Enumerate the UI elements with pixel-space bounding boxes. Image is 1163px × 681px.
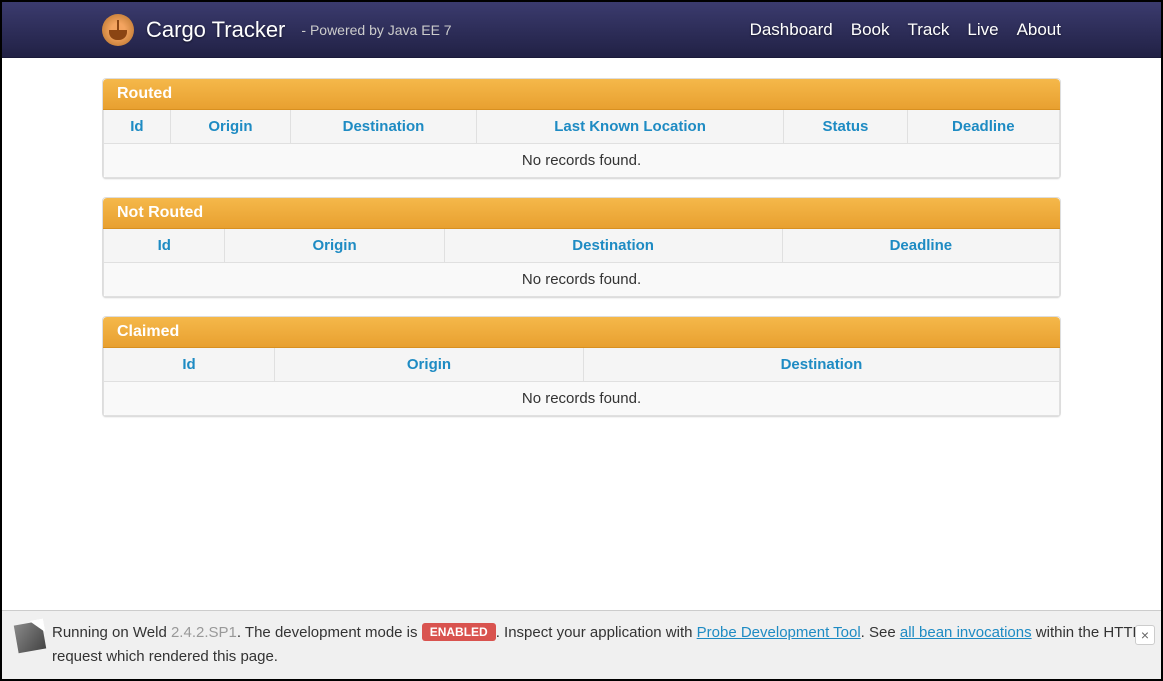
panel-claimed-header: Claimed <box>103 317 1060 348</box>
col-id[interactable]: Id <box>104 110 171 144</box>
col-deadline[interactable]: Deadline <box>907 110 1059 144</box>
col-origin[interactable]: Origin <box>170 110 290 144</box>
weld-icon <box>14 621 46 653</box>
table-not-routed: Id Origin Destination Deadline No record… <box>103 229 1060 297</box>
footer-text-1: Running on Weld <box>52 624 171 641</box>
bean-invocations-link[interactable]: all bean invocations <box>900 624 1032 641</box>
footer-text-2: . The development mode is <box>237 624 422 641</box>
col-destination[interactable]: Destination <box>291 110 477 144</box>
empty-message: No records found. <box>104 263 1060 297</box>
table-row: No records found. <box>104 263 1060 297</box>
table-claimed: Id Origin Destination No records found. <box>103 348 1060 416</box>
panel-not-routed: Not Routed Id Origin Destination Deadlin… <box>102 197 1061 298</box>
empty-message: No records found. <box>104 144 1060 178</box>
probe-tool-link[interactable]: Probe Development Tool <box>697 624 861 641</box>
footer-text-3: . Inspect your application with <box>496 624 697 641</box>
nav-about[interactable]: About <box>1017 20 1061 40</box>
table-row: No records found. <box>104 144 1060 178</box>
footer-text: Running on Weld 2.4.2.SP1. The developme… <box>52 621 1147 669</box>
footer-text-4: . See <box>861 624 900 641</box>
col-last-known-location[interactable]: Last Known Location <box>476 110 784 144</box>
col-deadline[interactable]: Deadline <box>782 229 1059 263</box>
nav-dashboard[interactable]: Dashboard <box>750 20 833 40</box>
panel-routed-header: Routed <box>103 79 1060 110</box>
panel-routed: Routed Id Origin Destination Last Known … <box>102 78 1061 179</box>
table-row: Id Origin Destination <box>104 348 1060 382</box>
col-id[interactable]: Id <box>104 348 275 382</box>
nav-links: Dashboard Book Track Live About <box>750 20 1061 40</box>
navbar: Cargo Tracker - Powered by Java EE 7 Das… <box>2 2 1161 58</box>
weld-version: 2.4.2.SP1 <box>171 624 237 641</box>
nav-book[interactable]: Book <box>851 20 890 40</box>
logo-icon <box>102 14 134 46</box>
table-row: No records found. <box>104 382 1060 416</box>
panel-claimed: Claimed Id Origin Destination No records… <box>102 316 1061 417</box>
nav-track[interactable]: Track <box>908 20 950 40</box>
col-destination[interactable]: Destination <box>444 229 782 263</box>
enabled-badge: ENABLED <box>422 623 496 641</box>
col-status[interactable]: Status <box>784 110 907 144</box>
footer-bar: Running on Weld 2.4.2.SP1. The developme… <box>2 610 1161 679</box>
content: Routed Id Origin Destination Last Known … <box>2 58 1161 455</box>
panel-not-routed-header: Not Routed <box>103 198 1060 229</box>
col-origin[interactable]: Origin <box>225 229 444 263</box>
close-icon: × <box>1141 627 1149 643</box>
col-id[interactable]: Id <box>104 229 225 263</box>
col-destination[interactable]: Destination <box>583 348 1059 382</box>
empty-message: No records found. <box>104 382 1060 416</box>
table-row: Id Origin Destination Last Known Locatio… <box>104 110 1060 144</box>
table-routed: Id Origin Destination Last Known Locatio… <box>103 110 1060 178</box>
brand: Cargo Tracker - Powered by Java EE 7 <box>102 14 452 46</box>
nav-live[interactable]: Live <box>967 20 998 40</box>
col-origin[interactable]: Origin <box>275 348 584 382</box>
close-button[interactable]: × <box>1135 625 1155 645</box>
app-title: Cargo Tracker <box>146 17 285 43</box>
app-subtitle: - Powered by Java EE 7 <box>301 22 451 38</box>
table-row: Id Origin Destination Deadline <box>104 229 1060 263</box>
